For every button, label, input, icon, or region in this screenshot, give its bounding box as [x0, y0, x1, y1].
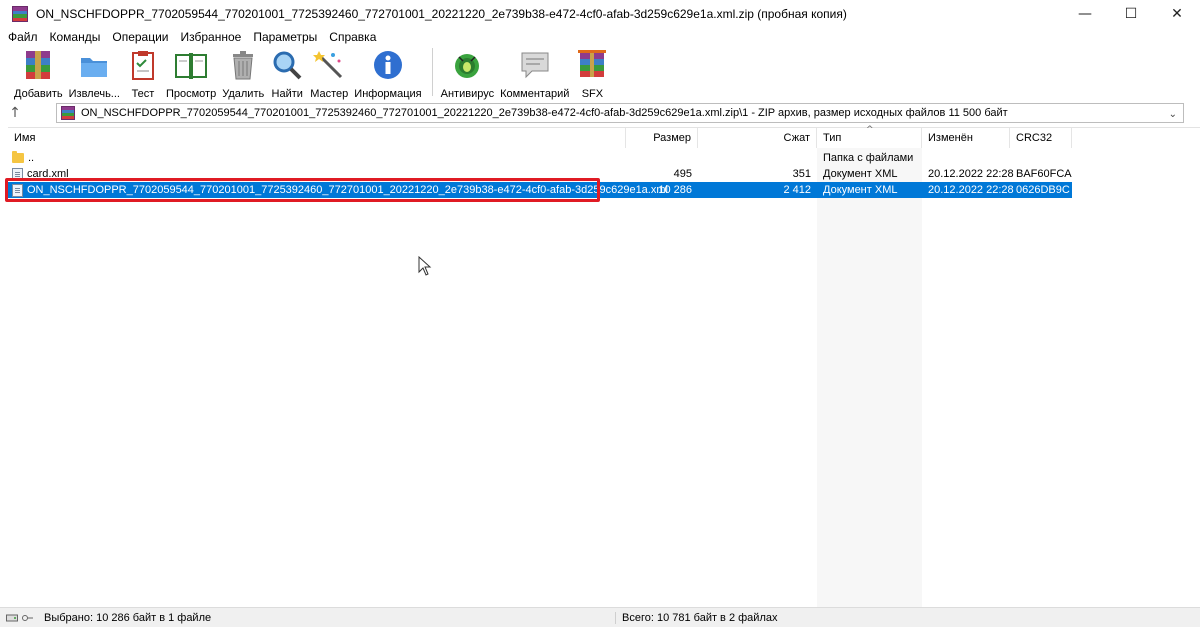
view-label: Просмотр [165, 88, 217, 100]
row-packed: 351 [792, 168, 811, 180]
row-crc: BAF60FCA [1016, 168, 1072, 180]
maximize-button[interactable]: ☐ [1108, 0, 1154, 28]
row-size: 10 286 [658, 184, 692, 196]
column-header-modified[interactable]: Изменён [922, 128, 1010, 148]
list-item-parent-folder[interactable]: .. Папка с файлами [8, 150, 1072, 166]
column-header-packed-label: Сжат [783, 132, 810, 144]
sfx-icon [575, 48, 609, 82]
comment-label: Комментарий [500, 88, 570, 100]
archive-icon [61, 106, 75, 120]
column-header-packed[interactable]: Сжат [698, 128, 817, 148]
antivirus-label: Антивирус [440, 88, 495, 100]
column-header-crc[interactable]: CRC32 [1010, 128, 1072, 148]
red-highlight-box [5, 178, 600, 202]
sort-ascending-icon: ^ [866, 125, 874, 135]
minimize-button[interactable]: — [1062, 0, 1108, 28]
test-clipboard-icon [126, 48, 160, 82]
up-arrow-icon[interactable]: ↑ [0, 102, 30, 124]
find-button[interactable]: Найти [270, 46, 304, 100]
comment-icon [518, 48, 552, 82]
menu-commands[interactable]: Команды [50, 30, 101, 44]
wizard-label: Мастер [310, 88, 349, 100]
delete-label: Удалить [222, 88, 265, 100]
view-book-icon [174, 48, 208, 82]
row-name: .. [28, 152, 35, 164]
add-label: Добавить [14, 88, 63, 100]
antivirus-button[interactable]: Антивирус [441, 46, 494, 100]
row-packed: 2 412 [783, 184, 811, 196]
add-button[interactable]: Добавить [14, 46, 63, 100]
column-header-crc-label: CRC32 [1016, 132, 1053, 144]
type-column-background [817, 148, 922, 607]
drive-icon [6, 614, 18, 621]
address-bar: ↑ ON_NSCHFDOPPR_7702059544_770201001_772… [0, 101, 1200, 125]
column-header-type-label: Тип [823, 132, 842, 144]
window-controls: — ☐ ✕ [1062, 0, 1200, 28]
add-archive-icon [21, 48, 55, 82]
find-magnifier-icon [270, 48, 304, 82]
extract-button[interactable]: Извлечь... [69, 46, 120, 100]
extract-label: Извлечь... [68, 88, 120, 100]
row-type: Документ XML [823, 184, 898, 196]
find-label: Найти [271, 88, 303, 100]
row-modified: 20.12.2022 22:28 [928, 168, 1014, 180]
file-list: Имя Размер Сжат Тип ^ Изменён CRC32 .. П… [5, 125, 1200, 607]
menu-favorites[interactable]: Избранное [181, 30, 242, 44]
window-title: ON_NSCHFDOPPR_7702059544_770201001_77253… [36, 7, 847, 21]
status-icons [0, 613, 36, 623]
test-label: Тест [131, 88, 155, 100]
row-type: Папка с файлами [823, 152, 914, 164]
row-name-cell: .. [12, 150, 34, 166]
column-header-modified-label: Изменён [928, 132, 973, 144]
wizard-wand-icon [312, 48, 346, 82]
mouse-cursor-icon [418, 255, 432, 279]
delete-button[interactable]: Удалить [222, 46, 264, 100]
toolbar: Добавить Извлечь... Тест Просмотр Удалит… [0, 46, 1200, 100]
column-header-size-label: Размер [653, 132, 691, 144]
status-total: Всего: 10 781 байт в 2 файлах [622, 611, 778, 624]
wizard-button[interactable]: Мастер [310, 46, 348, 100]
sfx-label: SFX [581, 88, 604, 100]
key-icon [22, 614, 33, 621]
sfx-button[interactable]: SFX [575, 46, 609, 100]
winrar-app-icon [12, 6, 28, 22]
info-icon [371, 48, 405, 82]
chevron-down-icon[interactable]: ⌄ [1169, 109, 1177, 120]
menu-help[interactable]: Справка [329, 30, 376, 44]
row-size: 495 [673, 168, 692, 180]
close-button[interactable]: ✕ [1154, 0, 1200, 28]
winrar-window: ON_NSCHFDOPPR_7702059544_770201001_77253… [0, 0, 1200, 627]
row-type: Документ XML [823, 168, 898, 180]
column-header-name[interactable]: Имя [8, 128, 626, 148]
status-bar: Выбрано: 10 286 байт в 1 файле Всего: 10… [0, 607, 1200, 627]
row-crc: 0626DB9C [1016, 184, 1070, 196]
address-field[interactable]: ON_NSCHFDOPPR_7702059544_770201001_77253… [56, 103, 1184, 123]
status-selected: Выбрано: 10 286 байт в 1 файле [36, 611, 616, 624]
toolbar-separator [431, 48, 433, 96]
menu-operations[interactable]: Операции [112, 30, 168, 44]
menu-bar: Файл Команды Операции Избранное Параметр… [0, 28, 1200, 45]
antivirus-bug-icon [450, 48, 484, 82]
extract-folder-icon [77, 48, 111, 82]
address-path: ON_NSCHFDOPPR_7702059544_770201001_77253… [81, 107, 1008, 119]
info-button[interactable]: Информация [354, 46, 422, 100]
column-header-name-label: Имя [14, 132, 36, 144]
comment-button[interactable]: Комментарий [500, 46, 569, 100]
title-bar[interactable]: ON_NSCHFDOPPR_7702059544_770201001_77253… [0, 0, 1200, 28]
test-button[interactable]: Тест [126, 46, 160, 100]
column-header-size[interactable]: Размер [626, 128, 698, 148]
list-item-selected-xml[interactable]: ON_NSCHFDOPPR_7702059544_770201001_77253… [5, 178, 1072, 202]
row-modified: 20.12.2022 22:28 [928, 184, 1014, 196]
menu-options[interactable]: Параметры [253, 30, 317, 44]
menu-file[interactable]: Файл [8, 30, 38, 44]
folder-icon [12, 151, 24, 163]
delete-trash-icon [226, 48, 260, 82]
info-label: Информация [354, 88, 422, 100]
view-button[interactable]: Просмотр [166, 46, 216, 100]
